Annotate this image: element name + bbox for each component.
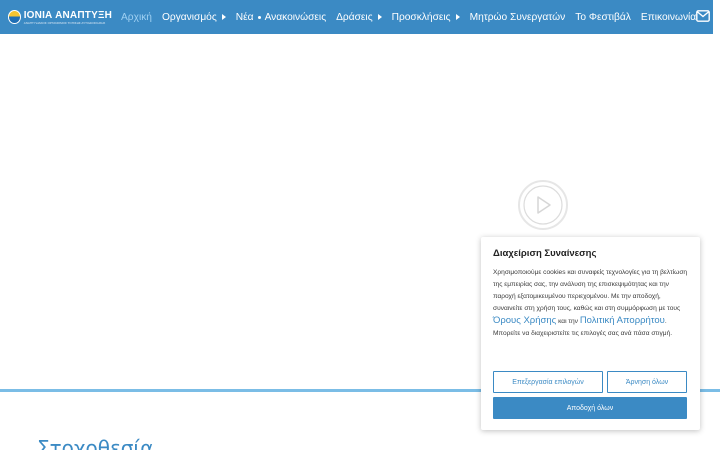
caret-right-icon [455,14,460,20]
cookie-consent-dialog: Διαχείριση Συναίνεσης Χρησιμοποιούμε coo… [481,237,700,430]
play-icon[interactable] [517,179,569,231]
nav-item-actions[interactable]: Δράσεις [336,12,382,23]
nav-item-festival[interactable]: Το Φεστιβάλ [575,12,631,23]
bullet-icon [257,15,261,19]
nav-item-news[interactable]: Νέα Ανακοινώσεις [236,12,326,23]
envelope-icon[interactable] [696,10,710,22]
top-navigation-bar: ΙΟΝΙΑ ΑΝΑΠΤΥΞΗ ΑΝΑΠΤΥΞΙΑΚΟΣ ΟΡΓΑΝΙΣΜΟΣ Τ… [0,0,713,34]
main-menu: Αρχική Οργανισμός Νέα Ανακοινώσεις Δράσε… [121,0,706,34]
cookie-text: Χρησιμοποιούμε cookies και συναφείς τεχν… [493,269,688,337]
site-logo[interactable]: ΙΟΝΙΑ ΑΝΑΠΤΥΞΗ ΑΝΑΠΤΥΞΙΑΚΟΣ ΟΡΓΑΝΙΣΜΟΣ Τ… [8,4,112,30]
cookie-title: Διαχείριση Συναίνεσης [493,248,597,259]
edit-preferences-button[interactable]: Επεξεργασία επιλογών [493,371,603,393]
reject-all-button[interactable]: Άρνηση όλων [607,371,687,393]
terms-link[interactable]: Όρους Χρήσης [493,315,556,326]
accept-all-button[interactable]: Αποδοχή όλων [493,397,687,419]
nav-item-contact[interactable]: Επικοινωνία [641,12,696,23]
nav-item-partners-registry[interactable]: Μητρώο Συνεργατών [470,12,566,23]
section-title: Στοχοθεσία [37,436,154,450]
privacy-policy-link[interactable]: Πολιτική Απορρήτου [580,315,665,326]
caret-right-icon [221,14,226,20]
nav-item-organization[interactable]: Οργανισμός [162,12,226,23]
logo-subtitle: ΑΝΑΠΤΥΞΙΑΚΟΣ ΟΡΓΑΝΙΣΜΟΣ ΤΟΠΙΚΗΣ ΑΥΤΟΔΙΟΙ… [23,20,106,25]
nav-item-home[interactable]: Αρχική [121,12,152,23]
logo-emblem-icon [8,10,21,24]
page: ΙΟΝΙΑ ΑΝΑΠΤΥΞΗ ΑΝΑΠΤΥΞΙΑΚΟΣ ΟΡΓΑΝΙΣΜΟΣ Τ… [0,0,720,450]
nav-item-calls[interactable]: Προσκλήσεις [392,12,460,23]
logo-title: ΙΟΝΙΑ ΑΝΑΠΤΥΞΗ [23,9,112,21]
caret-right-icon [377,14,382,20]
